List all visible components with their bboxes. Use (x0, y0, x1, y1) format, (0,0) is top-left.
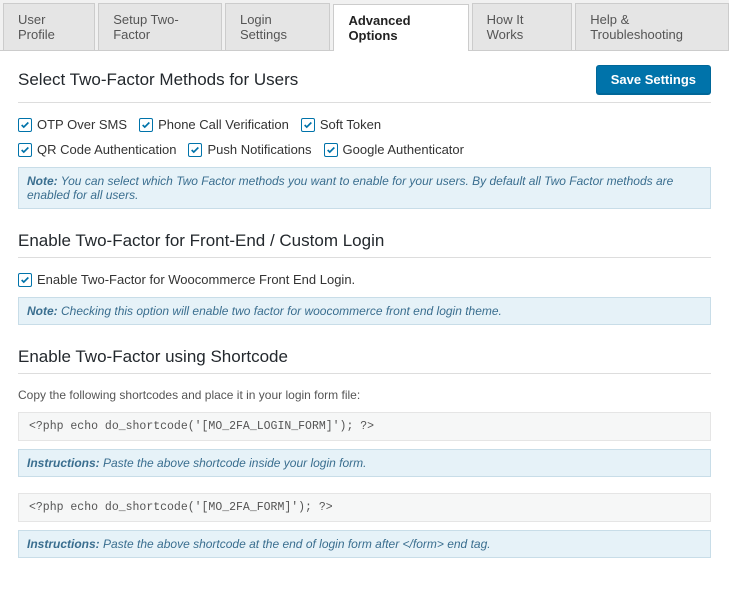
note-label: Note: (27, 304, 58, 318)
check-icon (18, 118, 32, 132)
note-text: You can select which Two Factor methods … (27, 174, 673, 202)
methods-row-1: OTP Over SMS Phone Call Verification Sof… (18, 117, 711, 132)
note-frontend: Note: Checking this option will enable t… (18, 297, 711, 325)
section-frontend: Enable Two-Factor for Front-End / Custom… (18, 231, 711, 325)
checkbox-label: QR Code Authentication (37, 142, 176, 157)
tab-bar: User Profile Setup Two-Factor Login Sett… (0, 0, 729, 51)
content-area: Select Two-Factor Methods for Users Save… (0, 51, 729, 602)
instructions-text: Paste the above shortcode at the end of … (100, 537, 491, 551)
checkbox-label: Push Notifications (207, 142, 311, 157)
instructions-label: Instructions: (27, 456, 100, 470)
tab-setup-two-factor[interactable]: Setup Two-Factor (98, 3, 222, 50)
checkbox-google-authenticator[interactable]: Google Authenticator (324, 142, 464, 157)
divider (18, 257, 711, 258)
instructions-1: Instructions: Paste the above shortcode … (18, 449, 711, 477)
save-settings-button[interactable]: Save Settings (596, 65, 711, 94)
check-icon (18, 143, 32, 157)
tab-login-settings[interactable]: Login Settings (225, 3, 330, 50)
section-methods: Select Two-Factor Methods for Users Save… (18, 65, 711, 209)
section-methods-heading: Select Two-Factor Methods for Users (18, 70, 298, 90)
shortcode-group-1: <?php echo do_shortcode('[MO_2FA_LOGIN_F… (18, 412, 711, 477)
checkbox-woocommerce-login[interactable]: Enable Two-Factor for Woocommerce Front … (18, 272, 355, 287)
checkbox-otp-over-sms[interactable]: OTP Over SMS (18, 117, 127, 132)
note-text: Checking this option will enable two fac… (58, 304, 502, 318)
code-block-2[interactable]: <?php echo do_shortcode('[MO_2FA_FORM]')… (18, 493, 711, 522)
divider (18, 373, 711, 374)
checkbox-soft-token[interactable]: Soft Token (301, 117, 381, 132)
check-icon (18, 273, 32, 287)
checkbox-label: OTP Over SMS (37, 117, 127, 132)
checkbox-label: Enable Two-Factor for Woocommerce Front … (37, 272, 355, 287)
checkbox-label: Soft Token (320, 117, 381, 132)
check-icon (188, 143, 202, 157)
check-icon (324, 143, 338, 157)
instructions-text: Paste the above shortcode inside your lo… (100, 456, 367, 470)
check-icon (139, 118, 153, 132)
tab-advanced-options[interactable]: Advanced Options (333, 4, 468, 51)
section-shortcode: Enable Two-Factor using Shortcode Copy t… (18, 347, 711, 558)
tab-how-it-works[interactable]: How It Works (472, 3, 573, 50)
section-frontend-heading: Enable Two-Factor for Front-End / Custom… (18, 231, 711, 251)
check-icon (301, 118, 315, 132)
frontend-row: Enable Two-Factor for Woocommerce Front … (18, 272, 711, 287)
note-methods: Note: You can select which Two Factor me… (18, 167, 711, 209)
instructions-2: Instructions: Paste the above shortcode … (18, 530, 711, 558)
note-label: Note: (27, 174, 58, 188)
checkbox-label: Google Authenticator (343, 142, 464, 157)
checkbox-push-notifications[interactable]: Push Notifications (188, 142, 311, 157)
divider (18, 102, 711, 103)
tab-user-profile[interactable]: User Profile (3, 3, 95, 50)
checkbox-qr-code[interactable]: QR Code Authentication (18, 142, 176, 157)
checkbox-label: Phone Call Verification (158, 117, 289, 132)
methods-row-2: QR Code Authentication Push Notification… (18, 142, 711, 157)
shortcode-group-2: <?php echo do_shortcode('[MO_2FA_FORM]')… (18, 493, 711, 558)
section-shortcode-heading: Enable Two-Factor using Shortcode (18, 347, 711, 367)
checkbox-phone-call[interactable]: Phone Call Verification (139, 117, 289, 132)
shortcode-intro: Copy the following shortcodes and place … (18, 388, 711, 402)
code-block-1[interactable]: <?php echo do_shortcode('[MO_2FA_LOGIN_F… (18, 412, 711, 441)
tab-help-troubleshooting[interactable]: Help & Troubleshooting (575, 3, 729, 50)
instructions-label: Instructions: (27, 537, 100, 551)
